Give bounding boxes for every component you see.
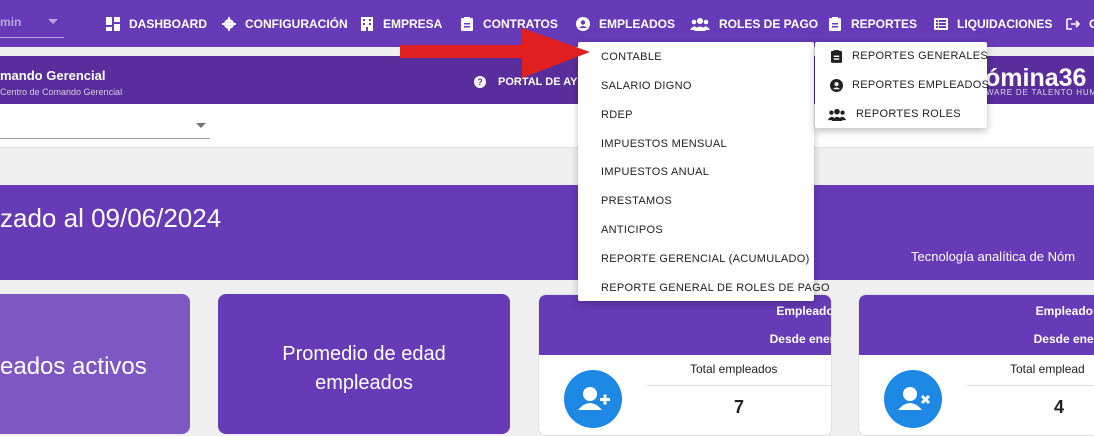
list-icon	[934, 17, 948, 31]
hero-banner: zado al 09/06/2024 Tecnología analítica …	[0, 185, 1094, 280]
new-employees-total-label: Total empleados	[690, 362, 778, 376]
new-employees-title: Empleados nuevos	[776, 304, 831, 318]
average-age-line2: empleados	[315, 372, 413, 394]
nav-liquidaciones-label: LIQUIDACIONES	[957, 16, 1053, 31]
nav-reportes[interactable]: REPORTES	[828, 0, 917, 47]
nav-empleados[interactable]: EMPLEADOS	[576, 0, 675, 47]
menu-item-prestamos[interactable]: PRESTAMOS	[601, 195, 672, 207]
menu-item-reporte-general-roles[interactable]: REPORTE GENERAL DE ROLES DE PAGO	[601, 282, 830, 294]
menu-item-impuestos-mensual[interactable]: IMPUESTOS MENSUAL	[601, 138, 727, 150]
user-plus-icon	[564, 370, 622, 428]
page-subtitle: Centro de Comando Gerencial	[0, 87, 123, 97]
retired-employees-header: Empleados retirados Desde enero del 2024	[859, 295, 1094, 355]
role-select-value: min	[0, 15, 22, 29]
chevron-down-icon	[48, 19, 58, 24]
menu-item-reportes-empleados[interactable]: REPORTES EMPLEADOS	[829, 78, 989, 92]
menu-item-rdep[interactable]: RDEP	[601, 109, 633, 121]
clipboard-icon	[828, 16, 842, 31]
reportes-dropdown-menu: REPORTES GENERALES REPORTES EMPLEADOS RE…	[815, 42, 989, 128]
updated-date: zado al 09/06/2024	[0, 203, 222, 233]
divider	[967, 385, 1094, 386]
nav-dashboard[interactable]: DASHBOARD	[106, 0, 207, 47]
nav-logout-label: C	[1089, 16, 1094, 31]
retired-employees-subtitle: Desde enero del 2024	[1033, 332, 1094, 346]
brand-tagline: WARE DE TALENTO HUMANO	[986, 88, 1094, 97]
annotation-arrow-icon	[400, 28, 590, 78]
new-employees-header: Empleados nuevos Desde enero del 2024	[539, 295, 831, 355]
chevron-down-icon[interactable]	[196, 123, 206, 128]
gear-icon	[222, 16, 236, 31]
menu-item-reporte-gerencial[interactable]: REPORTE GERENCIAL (ACUMULADO)	[601, 253, 810, 265]
retired-employees-total-value: 4	[1054, 397, 1065, 417]
menu-item-impuestos-anual[interactable]: IMPUESTOS ANUAL	[601, 166, 709, 178]
user-circle-icon	[829, 78, 843, 92]
menu-item-reportes-generales[interactable]: REPORTES GENERALES	[829, 49, 988, 63]
building-icon	[360, 16, 374, 31]
nav-liquidaciones[interactable]: LIQUIDACIONES	[934, 0, 1052, 47]
menu-item-contable[interactable]: CONTABLE	[601, 51, 662, 63]
menu-item-reportes-roles[interactable]: REPORTES ROLES	[827, 107, 961, 121]
menu-item-anticipos[interactable]: ANTICIPOS	[601, 224, 663, 236]
dashboard-icon	[106, 16, 120, 31]
menu-item-reportes-generales-label: REPORTES GENERALES	[852, 50, 989, 62]
role-select[interactable]: min	[0, 7, 64, 38]
active-employees-text: eados activos	[0, 353, 147, 380]
divider	[647, 385, 831, 386]
empleados-dropdown-menu: CONTABLE SALARIO DIGNO RDEP IMPUESTOS ME…	[578, 42, 830, 301]
nav-logout[interactable]: C	[1066, 0, 1094, 47]
new-employees-subtitle: Desde enero del 2024	[769, 332, 831, 346]
nav-roles-de-pago[interactable]: ROLES DE PAGO	[690, 0, 818, 47]
nav-configuracion[interactable]: CONFIGURACIÓN	[222, 0, 348, 47]
nav-roles-de-pago-label: ROLES DE PAGO	[719, 16, 819, 31]
page-title: mando Gerencial	[0, 68, 106, 83]
retired-employees-title: Empleados retirados	[1035, 304, 1094, 318]
retired-employees-card: Empleados retirados Desde enero del 2024…	[858, 294, 1094, 436]
nav-empleados-label: EMPLEADOS	[599, 16, 676, 31]
new-employees-total-value: 7	[734, 397, 745, 417]
period-select[interactable]	[0, 138, 210, 139]
clipboard-icon	[829, 49, 843, 63]
users-icon	[690, 17, 710, 31]
nav-configuracion-label: CONFIGURACIÓN	[245, 16, 348, 31]
average-age-card: Promedio de edad empleados	[218, 294, 510, 434]
retired-employees-total-label: Total emplead	[1010, 362, 1085, 376]
users-icon	[827, 107, 847, 121]
menu-item-salario-digno[interactable]: SALARIO DIGNO	[601, 80, 692, 92]
hero-tagline: Tecnología analítica de Nóm	[911, 249, 1076, 264]
menu-item-reportes-empleados-label: REPORTES EMPLEADOS	[852, 79, 990, 91]
logout-icon	[1066, 17, 1080, 31]
active-employees-card: eados activos	[0, 294, 190, 434]
menu-item-reportes-roles-label: REPORTES ROLES	[856, 108, 961, 120]
new-employees-card: Empleados nuevos Desde enero del 2024 To…	[538, 294, 832, 436]
nav-reportes-label: REPORTES	[851, 16, 918, 31]
nav-dashboard-label: DASHBOARD	[129, 16, 207, 31]
user-remove-icon	[884, 370, 942, 428]
average-age-line1: Promedio de edad	[282, 343, 446, 365]
